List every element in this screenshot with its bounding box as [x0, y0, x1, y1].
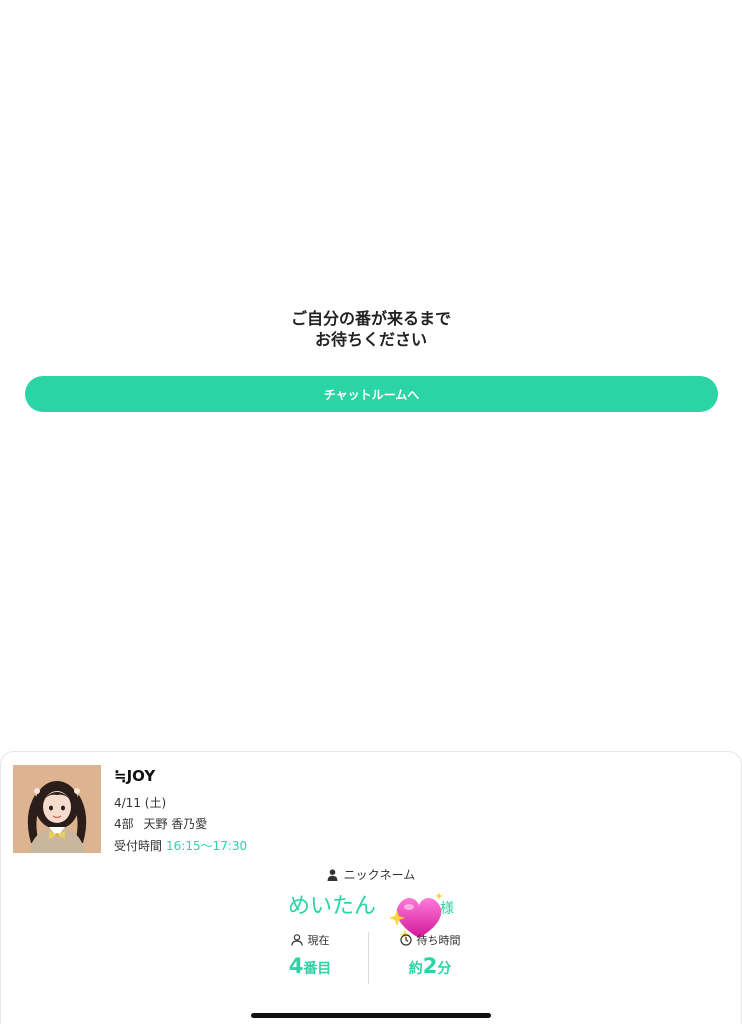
- event-date: 4/11 (土): [114, 796, 167, 810]
- wait-message: ご自分の番が来るまで お待ちください: [0, 308, 742, 350]
- event-part-member: 4部 天野 香乃愛: [114, 815, 207, 832]
- wait-time-label: 待ち時間: [416, 934, 461, 947]
- wait-time-prefix: 約: [408, 961, 423, 977]
- nickname-label-row: ニックネーム: [1, 866, 741, 883]
- clock-icon: [399, 934, 412, 946]
- person-icon: [327, 869, 338, 881]
- home-indicator[interactable]: [251, 1013, 491, 1018]
- wait-message-line-1: ご自分の番が来るまで: [290, 309, 451, 328]
- nickname-value: めいたん: [287, 894, 376, 919]
- current-position-value: 4番目: [240, 954, 380, 978]
- reception-time-row: 受付時間 16:15〜17:30: [114, 837, 247, 854]
- wait-time: 待ち時間 約2分: [360, 932, 500, 978]
- wait-time-value: 約2分: [360, 954, 500, 978]
- nickname-label: ニックネーム: [343, 868, 416, 882]
- member-photo: [13, 765, 101, 853]
- group-name: ≒JOY: [114, 767, 156, 785]
- ticket-card: ≒JOY 4/11 (土) 4部 天野 香乃愛 受付時間 16:15〜17:30 …: [0, 751, 742, 1024]
- wait-time-number: 2: [422, 954, 438, 978]
- reception-time-value: 16:15〜17:30: [166, 839, 248, 853]
- member-name: 天野 香乃愛: [143, 817, 208, 831]
- current-position-label: 現在: [307, 934, 330, 947]
- person-outline-icon: [290, 934, 303, 946]
- waiting-screen: ご自分の番が来るまで お待ちください チャットルームへ ≒JOY 4/11 (土…: [0, 0, 742, 1024]
- current-position: 現在 4番目: [240, 932, 380, 978]
- chat-room-button-label: チャットルームへ: [323, 387, 420, 402]
- wait-time-suffix: 分: [437, 961, 452, 977]
- event-part: 4部: [114, 817, 134, 831]
- nickname-value-row: めいたん様: [1, 888, 741, 920]
- current-position-label-row: 現在: [240, 932, 380, 948]
- wait-message-line-2: お待ちください: [314, 330, 427, 349]
- reception-time-label: 受付時間: [114, 839, 163, 853]
- current-position-number: 4: [288, 954, 304, 978]
- wait-time-label-row: 待ち時間: [360, 932, 500, 948]
- current-position-suffix: 番目: [303, 961, 332, 977]
- chat-room-button[interactable]: チャットルームへ: [25, 376, 718, 412]
